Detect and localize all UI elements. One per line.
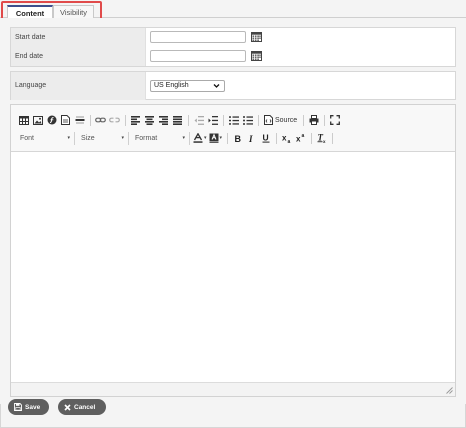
link-icon[interactable] — [94, 114, 107, 127]
svg-text:x: x — [323, 139, 326, 143]
background-color-button[interactable]: ▾ — [209, 132, 223, 145]
format-combo-label: Format — [135, 134, 158, 142]
chevron-down-icon: ▾ — [204, 135, 207, 141]
resize-handle-icon[interactable] — [445, 386, 453, 394]
format-combo[interactable]: Format ▾ — [132, 131, 190, 145]
source-label: Source — [275, 116, 298, 124]
table-icon[interactable] — [17, 114, 30, 127]
cancel-button[interactable]: Cancel — [58, 399, 106, 415]
font-combo[interactable]: Font ▾ — [17, 131, 75, 145]
start-date-input[interactable] — [150, 31, 246, 43]
toolbar-row-1: Source — [17, 113, 342, 127]
close-icon — [64, 403, 71, 411]
save-label: Save — [25, 403, 41, 411]
outdent-icon[interactable] — [192, 114, 205, 127]
editor-toolbar: Source Font ▾ Size ▾ Format ▾ ▾ ▾ B I U … — [11, 105, 455, 152]
numbered-list-icon[interactable] — [227, 114, 240, 127]
image-icon[interactable] — [31, 114, 44, 127]
end-date-input[interactable] — [150, 50, 246, 62]
content-panel: Start date End date Language US English … — [0, 18, 466, 404]
chevron-down-icon — [213, 84, 220, 88]
align-right-icon[interactable] — [157, 114, 170, 127]
toolbar-row-2: Font ▾ Size ▾ Format ▾ ▾ ▾ B I U x a x a… — [17, 131, 336, 145]
source-button[interactable]: Source — [262, 114, 299, 127]
align-left-icon[interactable] — [129, 114, 142, 127]
dates-section: Start date End date — [10, 27, 456, 67]
tab-bar: Content Visibility — [0, 0, 466, 21]
calendar-icon[interactable] — [251, 32, 262, 42]
end-date-label: End date — [11, 47, 145, 66]
indent-icon[interactable] — [206, 114, 219, 127]
svg-text:I: I — [248, 134, 253, 143]
chevron-down-icon: ▾ — [67, 135, 70, 141]
flash-icon[interactable] — [45, 114, 58, 127]
svg-text:x: x — [296, 135, 301, 144]
size-combo[interactable]: Size ▾ — [78, 131, 129, 145]
unlink-icon[interactable] — [108, 114, 121, 127]
superscript-icon[interactable]: xa — [294, 132, 307, 145]
subscript-icon[interactable]: xa — [280, 132, 293, 145]
print-icon[interactable] — [307, 114, 320, 127]
rich-text-editor: Source Font ▾ Size ▾ Format ▾ ▾ ▾ B I U … — [10, 104, 456, 397]
bold-icon[interactable]: B — [231, 132, 244, 145]
text-color-button[interactable]: ▾ — [193, 132, 207, 145]
language-selected-value: US English — [154, 82, 189, 89]
remove-format-icon[interactable]: Tx — [315, 132, 328, 145]
language-label: Language — [11, 72, 145, 100]
language-row: Language US English — [11, 72, 455, 100]
underline-icon[interactable]: U — [259, 132, 272, 145]
language-select[interactable]: US English — [150, 80, 225, 92]
italic-icon[interactable]: I — [245, 132, 258, 145]
align-center-icon[interactable] — [143, 114, 156, 127]
size-combo-label: Size — [81, 134, 95, 142]
svg-text:a: a — [301, 133, 304, 139]
font-combo-label: Font — [20, 134, 35, 142]
bulleted-list-icon[interactable] — [241, 114, 254, 127]
editor-content-area[interactable] — [11, 152, 455, 383]
start-date-label: Start date — [11, 28, 145, 47]
maximize-icon[interactable] — [328, 114, 341, 127]
svg-text:U: U — [262, 133, 268, 143]
language-section: Language US English — [10, 71, 456, 100]
justify-icon[interactable] — [171, 114, 184, 127]
calendar-icon[interactable] — [251, 51, 262, 61]
chevron-down-icon: ▾ — [121, 135, 124, 141]
background-color-icon — [209, 133, 219, 143]
text-color-icon — [193, 133, 203, 143]
svg-text:x: x — [282, 134, 287, 143]
chevron-down-icon: ▾ — [219, 135, 223, 141]
source-icon — [264, 115, 273, 125]
chevron-down-icon: ▾ — [182, 135, 185, 141]
svg-text:B: B — [234, 134, 241, 143]
editor-status-bar — [11, 382, 455, 396]
end-date-row: End date — [11, 47, 455, 66]
cancel-label: Cancel — [74, 403, 96, 411]
save-button[interactable]: Save — [8, 399, 49, 415]
horizontal-rule-icon[interactable] — [73, 114, 86, 127]
start-date-row: Start date — [11, 28, 455, 47]
svg-text:a: a — [287, 139, 290, 143]
page-icon[interactable] — [59, 114, 72, 127]
save-icon — [14, 403, 22, 411]
